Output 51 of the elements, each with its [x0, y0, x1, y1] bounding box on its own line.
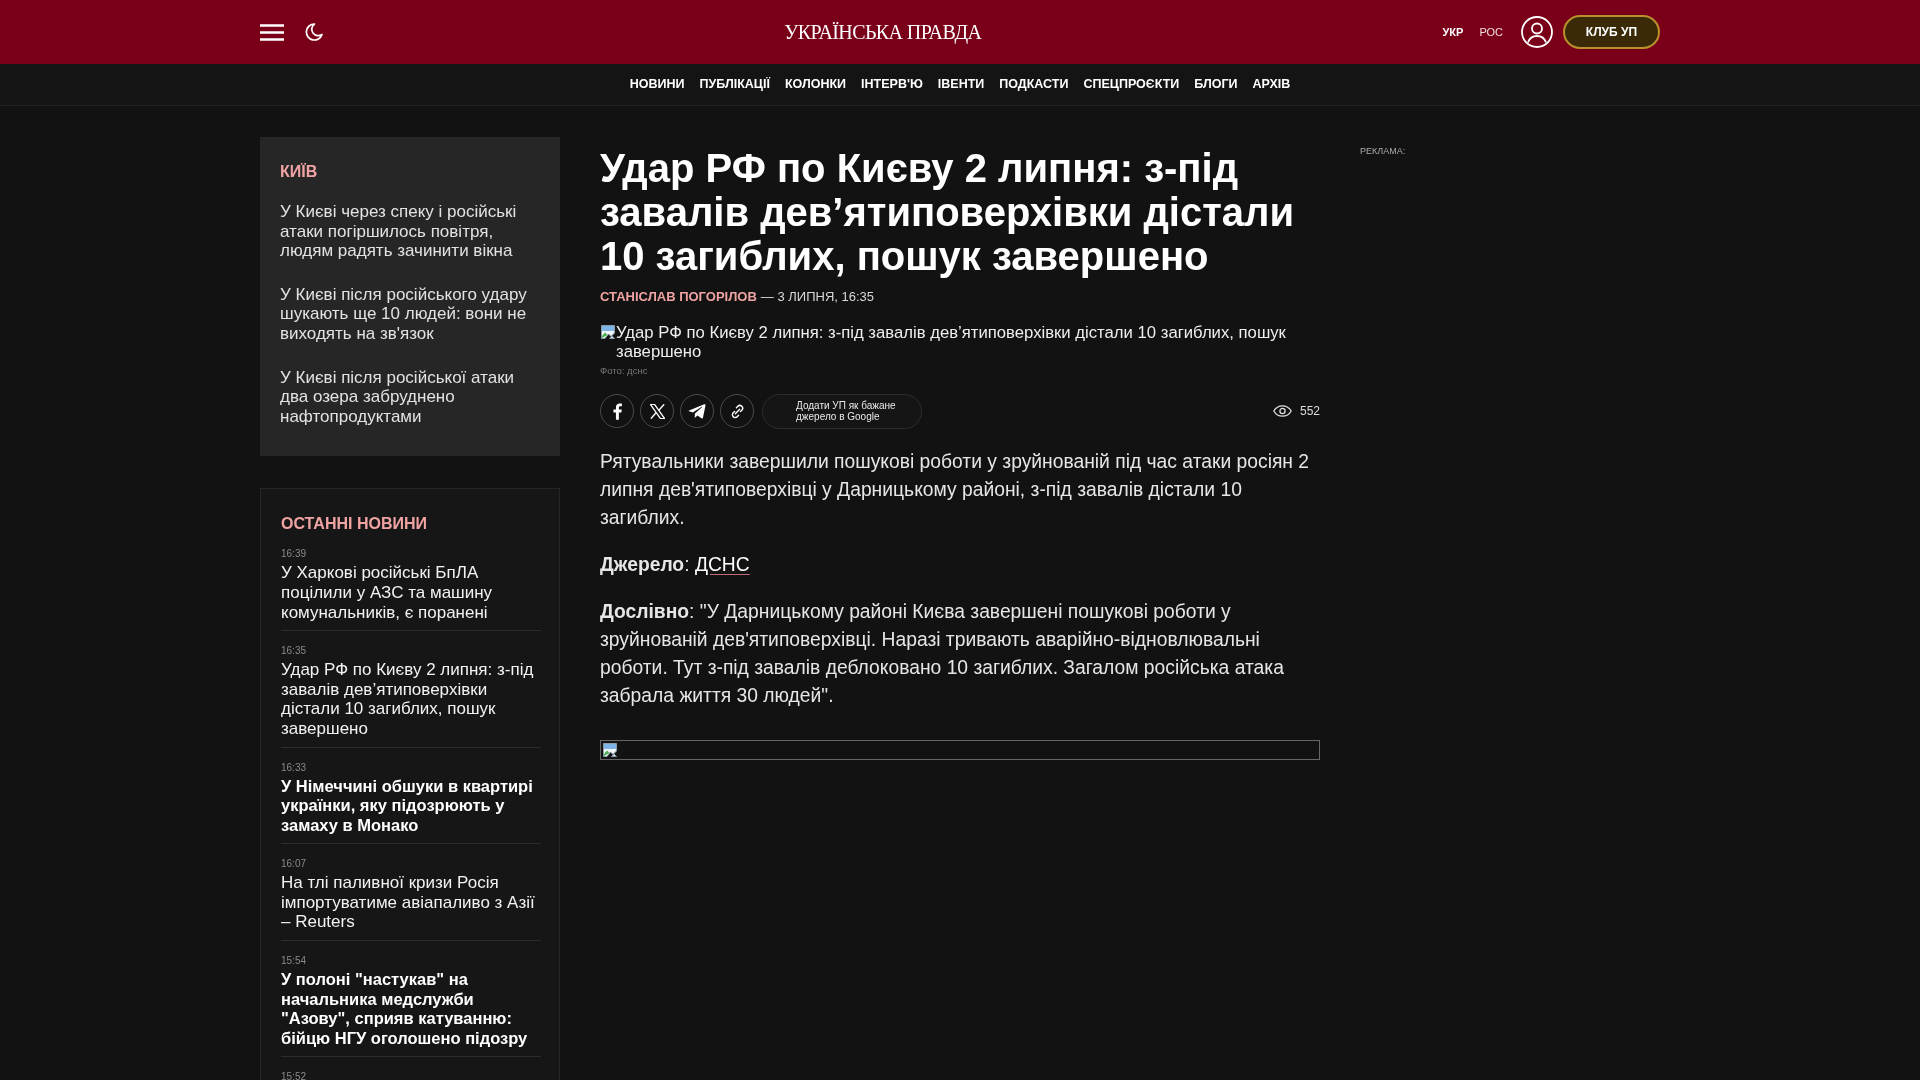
site-logo[interactable]: УКРАЇНСЬКА ПРАВДА: [784, 17, 982, 47]
section-title-link[interactable]: КИЇВ: [280, 162, 318, 182]
user-icon[interactable]: [1521, 16, 1553, 48]
view-count: 552: [1299, 403, 1320, 420]
nav-link[interactable]: СПЕЦПРОЄКТИ: [1083, 75, 1180, 94]
source-link[interactable]: ДСНС: [694, 553, 750, 575]
language-link[interactable]: РОС: [1479, 23, 1503, 41]
nav-link[interactable]: БЛОГИ: [1194, 75, 1238, 94]
news-time: 16:07: [281, 858, 307, 871]
news-link[interactable]: У Києві через спеку і російські атаки погіршилось повітря, людям радять зачинити вікна: [280, 202, 544, 261]
image-alt-text: Удар РФ по Києву 2 липня: з-під завалів дев’ятиповерхівки дістали 10 загиблих, пошук завершено: [616, 322, 1287, 362]
eye-icon: [1272, 405, 1292, 417]
article-date: — 3 ЛИПНЯ, 16:35: [760, 288, 875, 306]
news-time: 15:54: [281, 955, 307, 968]
photo-credit: Фото: дснс: [600, 364, 648, 377]
section-heading: ОСТАННІ НОВИНИ: [281, 514, 428, 535]
chain-link-icon: [729, 403, 745, 419]
paper-plane-icon: [688, 403, 706, 419]
news-link[interactable]: На тлі паливної кризи Росія імпортуватиме авіапаливо з Азії – Reuters: [281, 873, 541, 933]
article-paragraph: Джерело: ДСНС: [600, 552, 751, 577]
news-link[interactable]: У Харкові російські БпЛА поцілили у АЗС та машину комунальників, є поранені: [281, 563, 541, 623]
moon-icon[interactable]: [305, 23, 323, 41]
nav-link[interactable]: ПОДКАСТИ: [999, 75, 1069, 94]
ad-label: РЕКЛАМА:: [1360, 145, 1406, 158]
news-link[interactable]: Удар РФ по Києву 2 липня: з-під завалів дев’ятиповерхівки дістали 10 загиблих, пошук завершено: [281, 660, 541, 739]
news-link[interactable]: У Німеччині обшуки в квартирі українки, яку підозрюють у замаху в Монако: [281, 776, 541, 836]
news-link[interactable]: У Києві після російської атаки два озера забруднено нафтопродуктами: [280, 367, 544, 427]
news-link[interactable]: У Києві після російського удару шукають ще 10 людей: вони не виходять на зв'язок: [280, 284, 544, 344]
news-time: 16:39: [281, 548, 307, 561]
news-link[interactable]: У полоні "настукав" на начальника медслужби "Азову", сприяв катуванню: бійцю НГУ оголошено підозру: [281, 970, 541, 1049]
nav-link[interactable]: ПУБЛІКАЦІЇ: [699, 75, 770, 94]
menu-icon[interactable]: [260, 23, 284, 41]
language-link[interactable]: УКР: [1442, 23, 1464, 41]
nav-link[interactable]: ІВЕНТИ: [937, 75, 985, 94]
news-time: 16:33: [281, 761, 307, 774]
author-link[interactable]: СТАНІСЛАВ ПОГОРІЛОВ: [600, 287, 757, 307]
facebook-icon: [612, 402, 622, 420]
nav-link[interactable]: АРХІВ: [1252, 75, 1291, 94]
article-paragraph: Дослівно: "У Дарницькому районі Києва завершені пошукові роботи у зруйнованій дев'ятиповерхівці. Наразі тривають аварійно-відновлювальні роботи. Тут з-під завалів деблоковано 10 загиблих. Загалом російська атака забрала життя 30 людей".: [600, 599, 1285, 708]
google-source-button[interactable]: Додати УП як бажане джерело в Google: [762, 393, 922, 429]
news-time: 16:35: [281, 645, 307, 658]
news-time: 15:52: [281, 1071, 307, 1080]
broken-image-icon: [600, 323, 616, 340]
nav-link[interactable]: ІНТЕРВ'Ю: [861, 75, 923, 94]
article-paragraph: Рятувальники завершили пошукові роботи у зруйнованій під час атаки росіян 2 липня дев'ятиповерхівці у Дарницькому районі, з-під завалів дістали 10 загиблих.: [600, 449, 1311, 530]
x-logo-icon: [649, 403, 665, 419]
club-button[interactable]: КЛУБ УП: [1563, 15, 1660, 49]
nav-link[interactable]: НОВИНИ: [629, 75, 685, 94]
broken-image-icon: [602, 741, 618, 758]
article-title: Удар РФ по Києву 2 липня: з-під завалів дев’ятиповерхівки дістали 10 загиблих, пошук завершено: [600, 146, 1296, 278]
nav-link[interactable]: КОЛОНКИ: [784, 75, 847, 94]
